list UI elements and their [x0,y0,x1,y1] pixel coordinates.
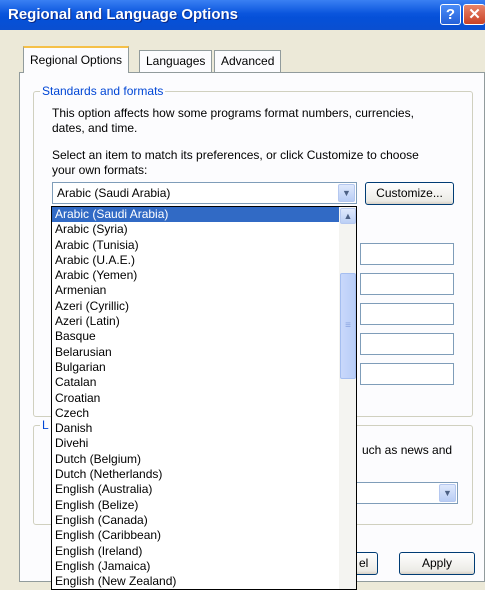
format-list-item[interactable]: Arabic (Yemen) [52,268,339,283]
format-list-item[interactable]: Catalan [52,375,339,390]
customize-button[interactable]: Customize... [365,182,454,205]
format-list-item[interactable]: Divehi [52,436,339,451]
format-list-item[interactable]: English (Caribbean) [52,528,339,543]
format-list-item[interactable]: Danish [52,421,339,436]
standards-instruction-line2: your own formats: [52,163,148,177]
format-combo[interactable]: Arabic (Saudi Arabia) ▼ [52,182,357,204]
format-list-item[interactable]: Belarusian [52,345,339,360]
format-list-item[interactable]: Dutch (Belgium) [52,452,339,467]
format-list-item[interactable]: Azeri (Latin) [52,314,339,329]
sample-long-date-field [360,363,454,385]
window-title: Regional and Language Options [8,6,239,23]
format-list-item[interactable]: English (Jamaica) [52,559,339,574]
standards-description-line2: dates, and time. [52,121,138,135]
sample-time-field [360,303,454,325]
location-description: uch as news and [362,443,453,457]
format-list-item[interactable]: Basque [52,329,339,344]
format-combo-value: Arabic (Saudi Arabia) [57,186,171,200]
format-list-item[interactable]: English (Belize) [52,498,339,513]
format-list-item[interactable]: Czech [52,406,339,421]
format-list-item[interactable]: Bulgarian [52,360,339,375]
help-button[interactable]: ? [440,4,461,25]
tab-advanced[interactable]: Advanced [214,50,282,72]
standards-description-line1: This option affects how some programs fo… [52,106,414,120]
standards-description: This option affects how some programs fo… [52,106,414,136]
list-scrollbar[interactable]: ▲ ≡ [339,207,356,589]
standards-group-label: Standards and formats [40,84,166,98]
format-list-item[interactable]: English (Australia) [52,482,339,497]
scrollbar-thumb[interactable]: ≡ [340,273,356,379]
format-list-item[interactable]: Arabic (U.A.E.) [52,253,339,268]
tab-regional-options[interactable]: Regional Options [23,46,130,73]
format-list-item[interactable]: Arabic (Tunisia) [52,238,339,253]
close-button[interactable]: ✕ [463,4,485,25]
format-list-item[interactable]: English (Canada) [52,513,339,528]
format-dropdown-list[interactable]: Arabic (Saudi Arabia) Arabic (Syria) Arabi… [51,206,357,590]
format-list-item[interactable]: English (Ireland) [52,544,339,559]
format-list-item[interactable]: Dutch (Netherlands) [52,467,339,482]
sample-number-field [360,243,454,265]
sample-short-date-field [360,333,454,355]
format-list-item[interactable]: English (New Zealand) [52,574,339,589]
apply-button[interactable]: Apply [399,552,475,575]
location-combo[interactable]: ▼ [350,482,458,504]
cancel-button-label: el [359,556,369,570]
location-group-label: L [40,418,51,432]
sample-currency-field [360,273,454,295]
format-list: Arabic (Saudi Arabia) Arabic (Syria) Arabi… [52,207,339,589]
format-list-item[interactable]: Croatian [52,391,339,406]
chevron-up-icon[interactable]: ▲ [340,208,356,224]
format-list-item[interactable]: Arabic (Syria) [52,222,339,237]
standards-instruction: Select an item to match its preferences,… [52,148,419,178]
format-list-item[interactable]: Arabic (Saudi Arabia) [52,207,339,223]
format-list-item[interactable]: Armenian [52,283,339,298]
format-list-item[interactable]: Azeri (Cyrillic) [52,299,339,314]
chevron-down-icon[interactable]: ▼ [338,184,355,202]
standards-instruction-line1: Select an item to match its preferences,… [52,148,419,162]
title-bar[interactable]: Regional and Language Options ? ✕ [0,0,485,30]
tab-languages[interactable]: Languages [139,50,213,72]
location-chevron-down-icon[interactable]: ▼ [439,484,456,502]
